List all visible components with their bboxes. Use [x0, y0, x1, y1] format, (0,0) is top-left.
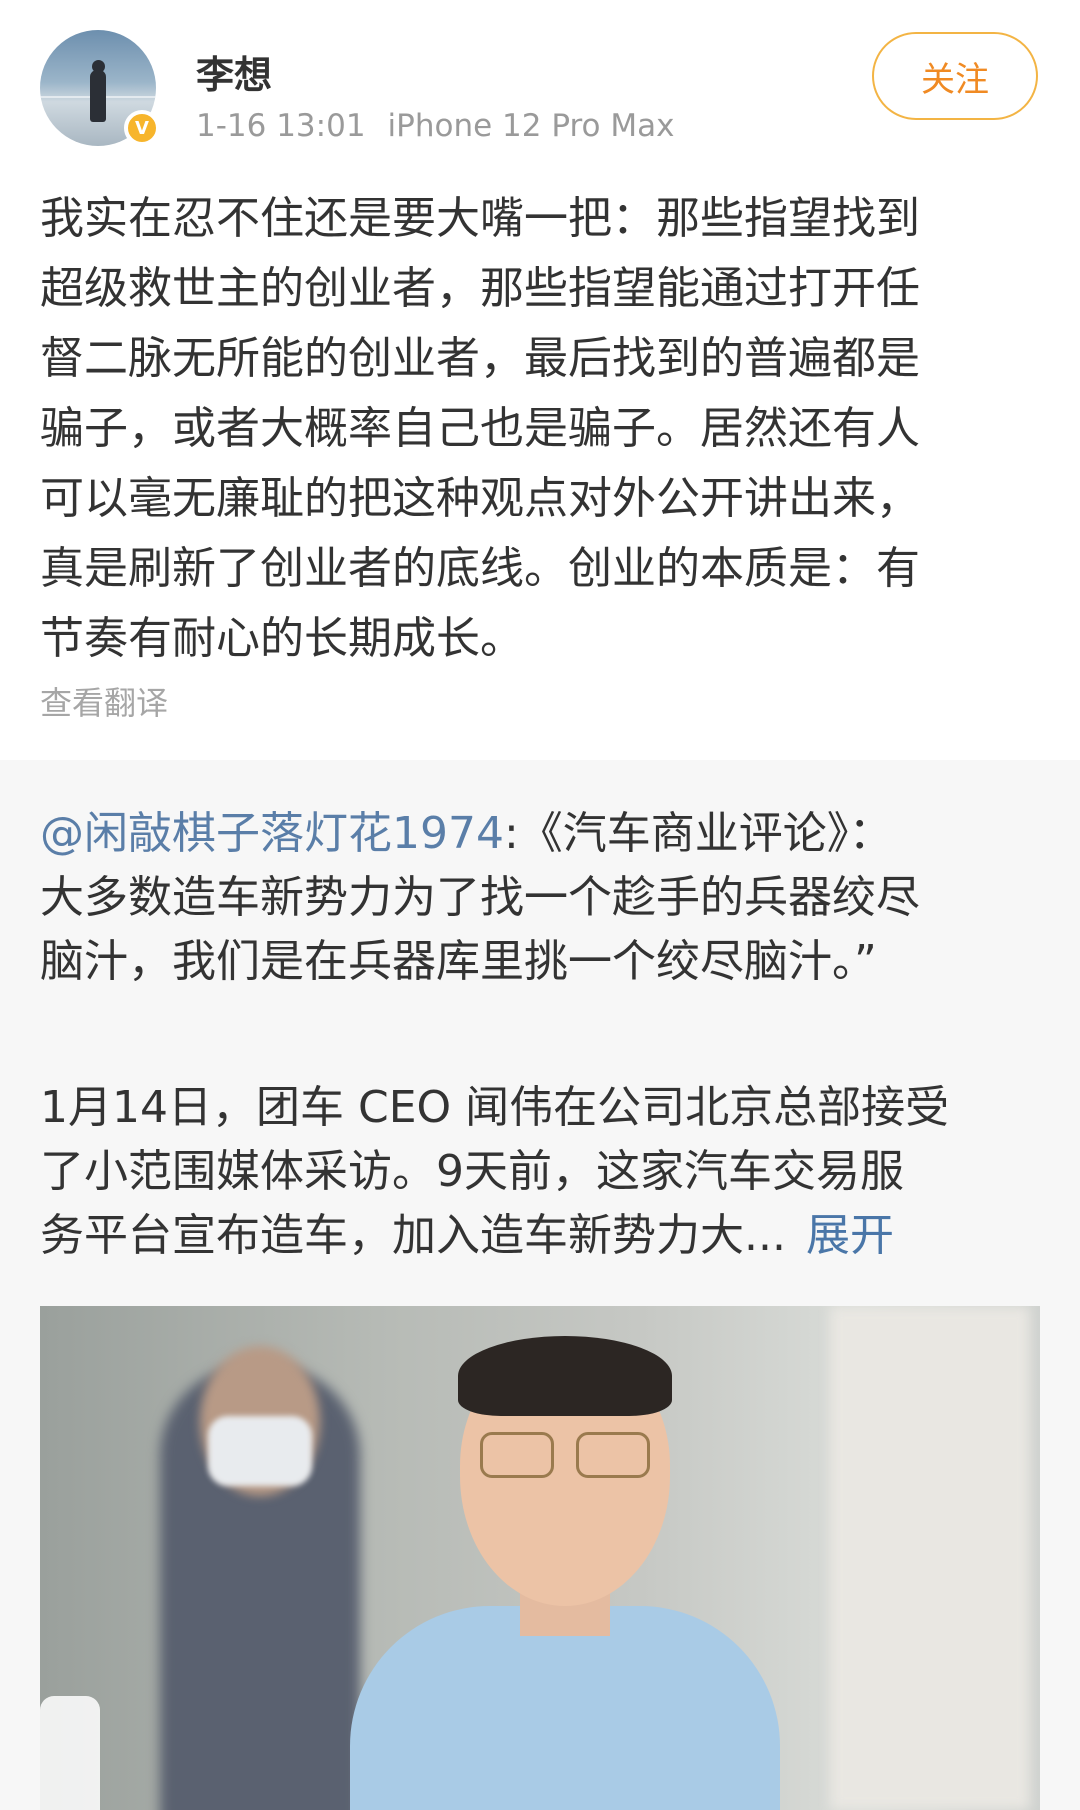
post-text-line: 我实在忍不住还是要大嘴一把：那些指望找到 — [40, 193, 920, 244]
repost-quote-line: 脑汁，我们是在兵器库里挑一个绞尽脑汁。” — [40, 936, 877, 987]
repost-quote-line: @闲敲棋子落灯花1974:《汽车商业评论》： — [40, 802, 1040, 866]
photo-subject-hair — [458, 1336, 672, 1416]
photo-subject-glasses-left — [480, 1432, 554, 1478]
post-text-line: 超级救世主的创业者，那些指望能通过打开任 — [40, 263, 920, 314]
repost-body-line: 1月14日，团车 CEO 闻伟在公司北京总部接受 — [40, 1082, 950, 1133]
photo-bottle — [40, 1696, 100, 1810]
expand-link[interactable]: 展开 — [806, 1210, 894, 1261]
photo-background-person-right — [830, 1306, 1030, 1810]
post-text-line: 督二脉无所能的创业者，最后找到的普遍都是 — [40, 333, 920, 384]
username[interactable]: 李想 — [196, 44, 272, 99]
repost-quote: @闲敲棋子落灯花1974:《汽车商业评论》： 大多数造车新势力为了找一个趁手的兵… — [40, 802, 1040, 994]
verified-badge-icon: V — [124, 110, 160, 146]
repost-card[interactable]: @闲敲棋子落灯花1974:《汽车商业评论》： 大多数造车新势力为了找一个趁手的兵… — [0, 760, 1080, 1810]
repost-quote-text: :《汽车商业评论》： — [503, 808, 893, 859]
repost-photo[interactable] — [40, 1306, 1040, 1810]
photo-face-mask — [208, 1416, 312, 1486]
post-header: V 李想 1-16 13:01 iPhone 12 Pro Max 关注 — [0, 0, 1080, 160]
post-timestamp: 1-16 13:01 — [196, 108, 366, 144]
repost-body-text: 务平台宣布造车，加入造车新势力大... — [40, 1210, 786, 1261]
translate-link[interactable]: 查看翻译 — [40, 678, 168, 724]
post-text-line: 节奏有耐心的长期成长。 — [40, 613, 524, 664]
photo-subject-glasses-right — [576, 1432, 650, 1478]
follow-button[interactable]: 关注 — [872, 32, 1038, 120]
photo-subject-shirt — [350, 1606, 780, 1810]
post-text-line: 真是刷新了创业者的底线。创业的本质是：有 — [40, 543, 920, 594]
post-meta: 1-16 13:01 iPhone 12 Pro Max — [196, 108, 674, 144]
post-device: iPhone 12 Pro Max — [387, 108, 675, 144]
repost-body-line: 务平台宣布造车，加入造车新势力大... 展开 — [40, 1204, 1040, 1268]
avatar-figure-body — [90, 70, 106, 122]
repost-body-line: 了小范围媒体采访。9天前，这家汽车交易服 — [40, 1146, 904, 1197]
repost-body: 1月14日，团车 CEO 闻伟在公司北京总部接受 了小范围媒体采访。9天前，这家… — [40, 1076, 1040, 1268]
post-text-line: 可以毫无廉耻的把这种观点对外公开讲出来， — [40, 473, 920, 524]
post-text: 我实在忍不住还是要大嘴一把：那些指望找到 超级救世主的创业者，那些指望能通过打开… — [40, 184, 1040, 674]
repost-quote-line: 大多数造车新势力为了找一个趁手的兵器绞尽 — [40, 872, 920, 923]
mention-link[interactable]: @闲敲棋子落灯花1974 — [40, 808, 504, 859]
post-text-line: 骗子，或者大概率自己也是骗子。居然还有人 — [40, 403, 920, 454]
